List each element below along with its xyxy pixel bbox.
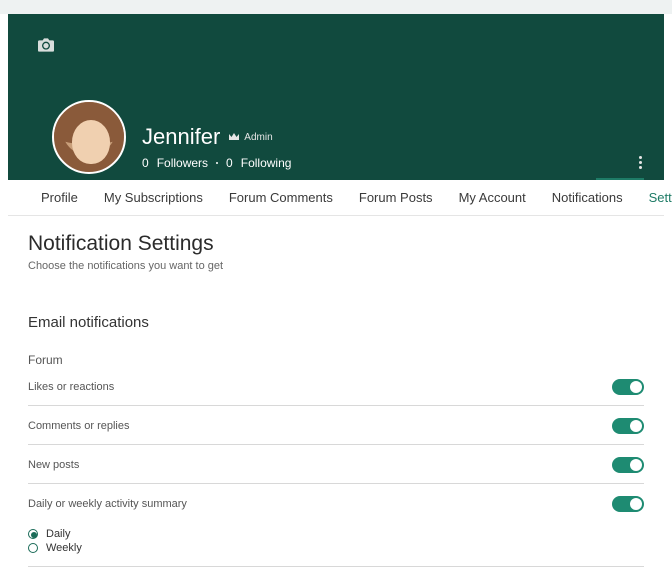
tab-settings[interactable]: Settings (636, 180, 672, 216)
tab-subscriptions[interactable]: My Subscriptions (91, 180, 216, 216)
more-menu-icon[interactable] (639, 156, 642, 169)
tab-my-account[interactable]: My Account (446, 180, 539, 216)
following-label[interactable]: Following (241, 156, 292, 170)
followers-count[interactable]: 0 (142, 156, 149, 170)
setting-label-comments: Comments or replies (28, 420, 129, 432)
tab-notifications[interactable]: Notifications (539, 180, 636, 216)
tab-forum-posts[interactable]: Forum Posts (346, 180, 446, 216)
setting-label-newposts: New posts (28, 459, 79, 471)
tab-profile[interactable]: Profile (28, 180, 91, 216)
page-title: Notification Settings (28, 232, 644, 256)
setting-label-summary: Daily or weekly activity summary (28, 498, 187, 510)
followers-label[interactable]: Followers (157, 156, 208, 170)
toggle-comments[interactable] (612, 418, 644, 434)
active-tab-indicator (596, 178, 644, 180)
toggle-likes[interactable] (612, 379, 644, 395)
radio-group-frequency: Daily Weekly (28, 528, 644, 567)
setting-row-summary: Daily or weekly activity summary (28, 484, 644, 522)
section-email-notifications: Email notifications (28, 314, 644, 331)
setting-row-likes: Likes or reactions (28, 367, 644, 406)
stats-separator (216, 162, 218, 164)
profile-header: Jennifer Admin 0 Followers 0 Following (8, 14, 664, 180)
profile-stats: 0 Followers 0 Following (142, 156, 291, 170)
radio-row-weekly[interactable]: Weekly (28, 542, 644, 554)
following-count[interactable]: 0 (226, 156, 233, 170)
content: Notification Settings Choose the notific… (8, 216, 664, 587)
radio-weekly[interactable] (28, 543, 38, 553)
toggle-summary[interactable] (612, 496, 644, 512)
radio-label-daily: Daily (46, 528, 70, 540)
radio-label-weekly: Weekly (46, 542, 82, 554)
setting-label-likes: Likes or reactions (28, 381, 114, 393)
crown-icon (228, 132, 240, 142)
toggle-newposts[interactable] (612, 457, 644, 473)
page-description: Choose the notifications you want to get (28, 260, 644, 272)
username: Jennifer (142, 124, 220, 150)
tab-bar: Profile My Subscriptions Forum Comments … (8, 180, 664, 216)
subgroup-forum: Forum (28, 353, 644, 367)
setting-row-newposts: New posts (28, 445, 644, 484)
radio-daily[interactable] (28, 529, 38, 539)
radio-row-daily[interactable]: Daily (28, 528, 644, 540)
admin-badge: Admin (228, 132, 272, 143)
profile-info: Jennifer Admin 0 Followers 0 Following (142, 124, 291, 170)
avatar[interactable] (52, 100, 126, 174)
admin-badge-label: Admin (244, 132, 272, 143)
setting-row-comments: Comments or replies (28, 406, 644, 445)
camera-icon[interactable] (38, 38, 54, 52)
tab-forum-comments[interactable]: Forum Comments (216, 180, 346, 216)
